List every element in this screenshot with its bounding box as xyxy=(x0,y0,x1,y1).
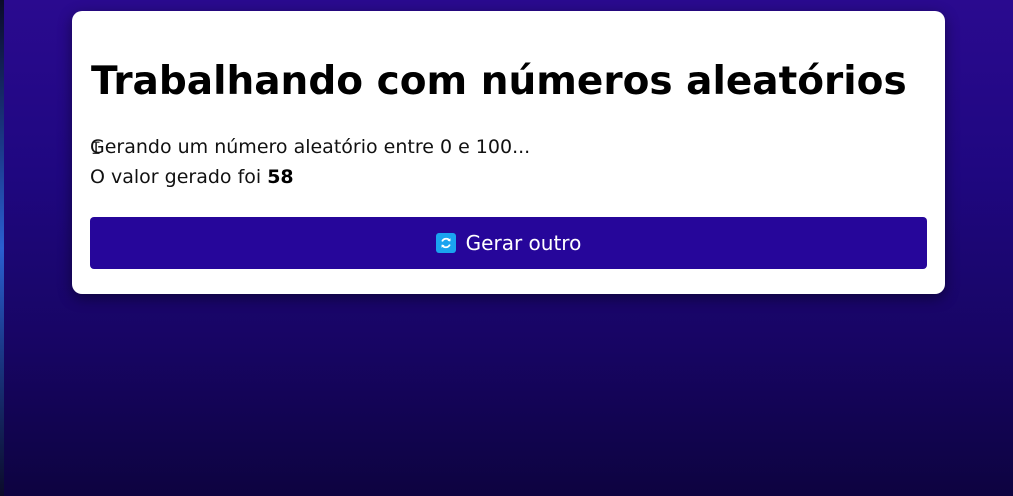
generate-another-button[interactable]: Gerar outro xyxy=(90,217,927,269)
status-text: Gerando um número aleatório entre 0 e 10… xyxy=(90,136,531,158)
refresh-icon xyxy=(435,233,456,253)
desktop-edge xyxy=(0,0,4,496)
generate-another-label: Gerar outro xyxy=(465,231,582,255)
random-value: 58 xyxy=(267,166,294,188)
result-prefix: O valor gerado foi xyxy=(90,166,268,188)
page-title: Trabalhando com números aleatórios xyxy=(91,59,907,104)
content-card: Trabalhando com números aleatórios I Ger… xyxy=(72,11,945,294)
result-text: O valor gerado foi 58 xyxy=(90,166,294,188)
